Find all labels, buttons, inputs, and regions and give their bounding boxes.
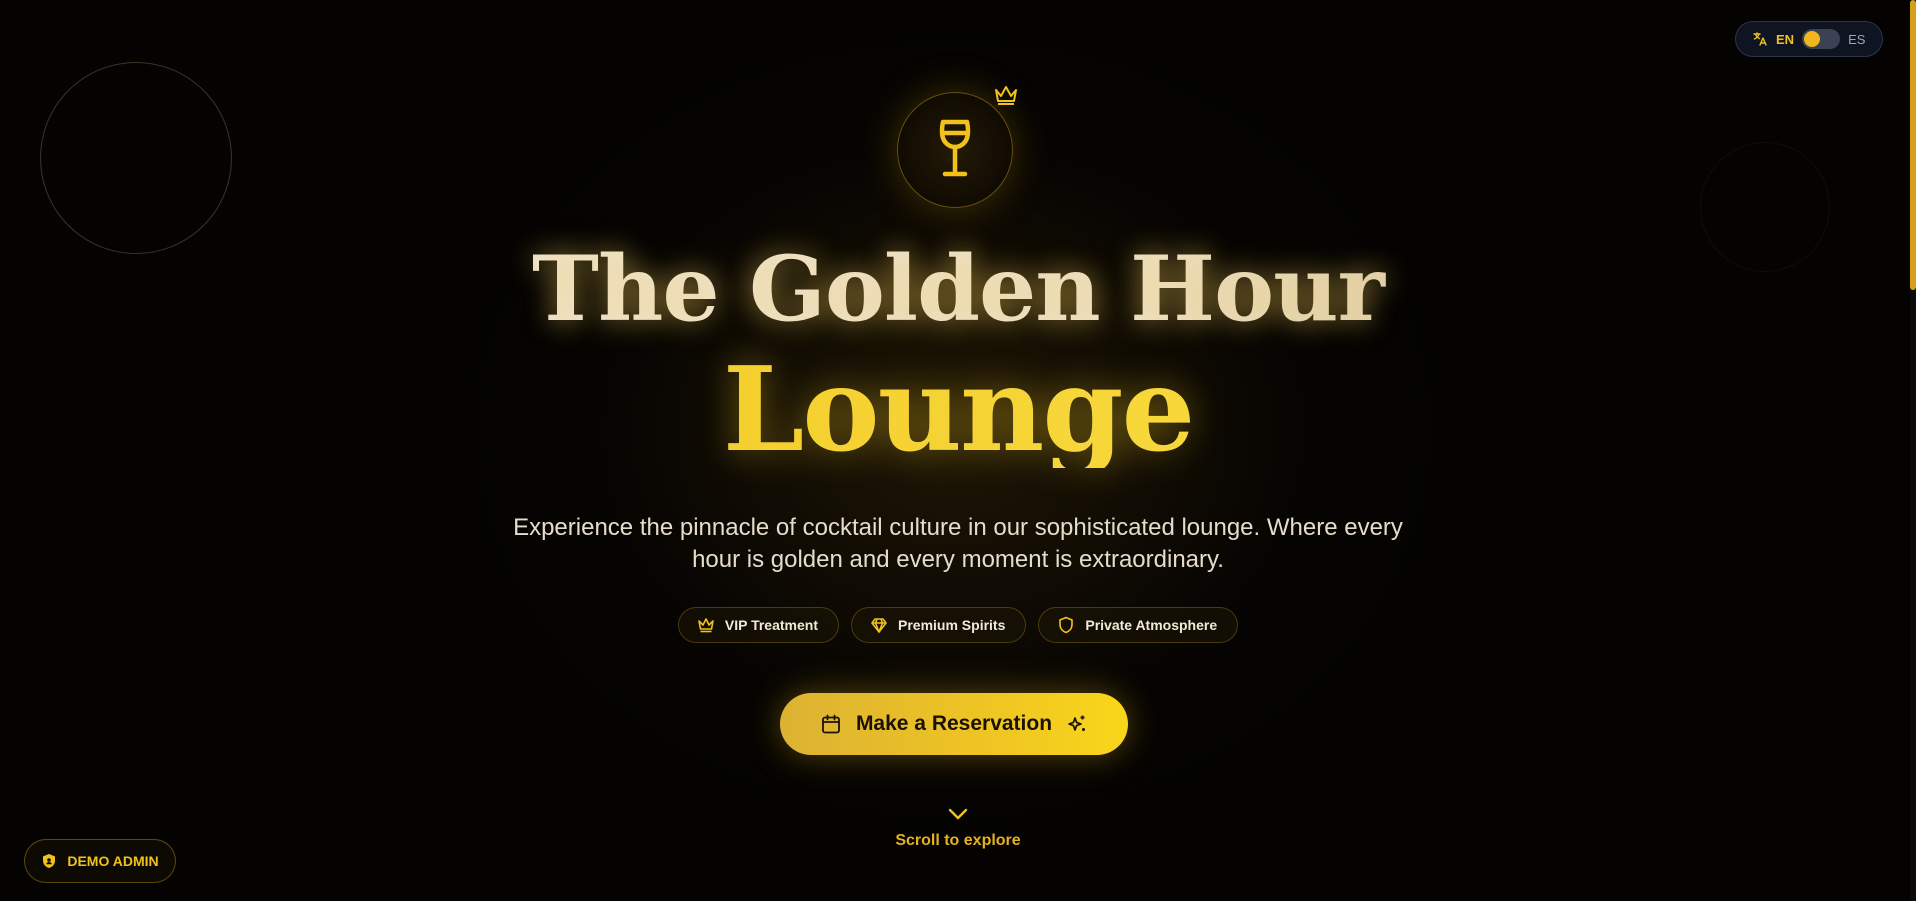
translate-icon xyxy=(1752,31,1768,47)
logo-badge xyxy=(897,92,1013,208)
feature-pill-spirits: Premium Spirits xyxy=(851,607,1027,643)
feature-pill-atmosphere: Private Atmosphere xyxy=(1038,607,1239,643)
hero-title-highlight: Lounge xyxy=(0,352,1916,468)
feature-label: VIP Treatment xyxy=(724,617,818,633)
make-reservation-button[interactable]: Make a Reservation xyxy=(780,693,1128,755)
decorative-circle-left xyxy=(40,62,232,254)
language-switch-knob xyxy=(1804,31,1821,47)
calendar-icon xyxy=(820,713,842,735)
demo-admin-label: DEMO ADMIN xyxy=(67,853,159,869)
language-switch[interactable] xyxy=(1802,29,1841,49)
language-current-label[interactable]: EN xyxy=(1776,32,1794,47)
hero-title: The Golden Hour xyxy=(0,244,1916,334)
feature-label: Premium Spirits xyxy=(898,617,1006,633)
feature-pills: VIP Treatment Premium Spirits Private At… xyxy=(0,607,1916,643)
sparkles-icon xyxy=(1066,713,1088,735)
scroll-hint[interactable]: Scroll to explore xyxy=(0,806,1916,850)
shield-icon xyxy=(41,853,57,869)
language-toggle[interactable]: EN ES xyxy=(1735,21,1883,57)
demo-admin-button[interactable]: DEMO ADMIN xyxy=(24,839,176,883)
diamond-icon xyxy=(870,616,888,634)
feature-pill-vip: VIP Treatment xyxy=(677,607,839,643)
chevron-down-icon[interactable] xyxy=(947,806,969,822)
shield-icon xyxy=(1057,616,1075,634)
crown-icon xyxy=(697,616,715,634)
feature-label: Private Atmosphere xyxy=(1085,617,1218,633)
wine-glass-icon xyxy=(935,116,975,185)
crown-icon xyxy=(993,84,1019,106)
language-alternate-label[interactable]: ES xyxy=(1848,32,1865,47)
hero-subtitle: Experience the pinnacle of cocktail cult… xyxy=(513,514,1403,573)
scroll-hint-label[interactable]: Scroll to explore xyxy=(895,832,1020,850)
make-reservation-label: Make a Reservation xyxy=(855,712,1053,735)
